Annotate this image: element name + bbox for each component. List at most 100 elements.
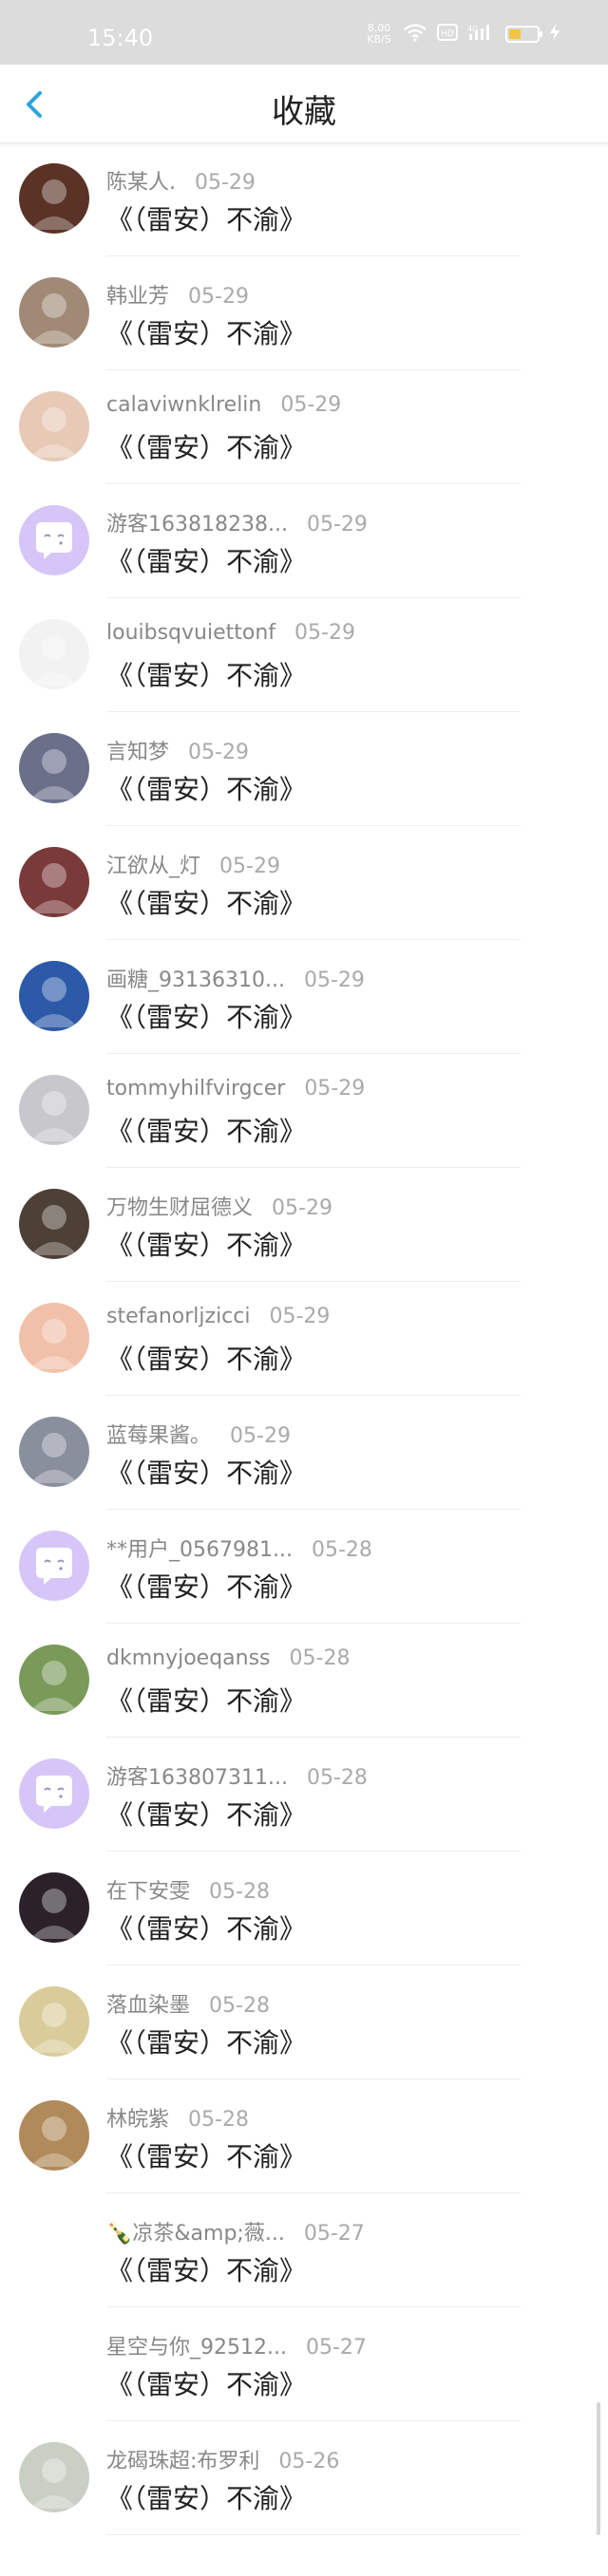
list-item[interactable]: 在下安雯 05-28 《（雷安）不渝》 [0, 1852, 608, 1965]
list-item[interactable]: 游客163807311... 05-28 《（雷安）不渝》 [0, 1738, 608, 1852]
username[interactable]: 游客163818238... [106, 513, 288, 536]
list-item[interactable]: 陈某人. 05-29 《（雷安）不渝》 [0, 142, 608, 256]
favorited-title[interactable]: 《（雷安）不渝》 [106, 883, 306, 921]
favorited-title[interactable]: 《（雷安）不渝》 [106, 1567, 306, 1605]
avatar[interactable] [19, 847, 89, 917]
timestamp: 05-29 [269, 1305, 331, 1328]
list-item[interactable]: 江欲从_灯 05-29 《（雷安）不渝》 [0, 826, 608, 940]
avatar[interactable] [19, 391, 89, 461]
username[interactable]: 星空与你_92512... [106, 2336, 287, 2360]
favorited-title[interactable]: 《（雷安）不渝》 [106, 541, 306, 579]
timestamp: 05-29 [294, 621, 355, 645]
favorited-title[interactable]: 《（雷安）不渝》 [106, 1453, 306, 1491]
hd-icon: HD [437, 24, 458, 45]
battery-icon [505, 26, 542, 43]
username[interactable]: 陈某人. [106, 171, 176, 195]
avatar[interactable] [19, 1075, 89, 1145]
username[interactable]: **用户_0567981... [106, 1538, 293, 1562]
username[interactable]: 落血染墨 [106, 1994, 190, 2018]
avatar[interactable] [19, 2214, 89, 2285]
timestamp: 05-29 [188, 741, 249, 764]
list-item[interactable]: calaviwnklrelin 05-29 《（雷安）不渝》 [0, 370, 608, 484]
favorited-title[interactable]: 《（雷安）不渝》 [106, 1339, 306, 1377]
list-item[interactable]: tommyhilfvirgcer 05-29 《（雷安）不渝》 [0, 1054, 608, 1168]
username[interactable]: 在下安雯 [106, 1880, 190, 1904]
avatar[interactable] [19, 733, 89, 803]
username[interactable]: 万物生财屈德义 [106, 1196, 253, 1220]
username[interactable]: 言知梦 [106, 741, 169, 764]
favorited-title[interactable]: 《（雷安）不渝》 [106, 1111, 306, 1149]
list-item[interactable]: 星空与你_92512... 05-27 《（雷安）不渝》 [0, 2307, 608, 2421]
timestamp: 05-29 [280, 393, 342, 417]
avatar[interactable] [19, 1986, 89, 2057]
list-item[interactable]: 落血染墨 05-28 《（雷安）不渝》 [0, 1965, 608, 2079]
username[interactable]: tommyhilfvirgcer [106, 1077, 285, 1100]
timestamp: 05-29 [195, 171, 256, 195]
favorited-title[interactable]: 《（雷安）不渝》 [106, 2136, 306, 2174]
username[interactable]: 蓝莓果酱。 [106, 1424, 211, 1448]
item-meta: louibsqvuiettonf 05-29 [106, 621, 355, 645]
favorited-title[interactable]: 《（雷安）不渝》 [106, 199, 306, 237]
list-item[interactable]: 龙碣珠超:布罗利 05-26 《（雷安）不渝》 [0, 2421, 608, 2535]
list-item[interactable]: 言知梦 05-29 《（雷安）不渝》 [0, 712, 608, 826]
avatar[interactable] [19, 2100, 89, 2171]
avatar[interactable] [19, 277, 89, 348]
username[interactable]: dkmnyjoeqanss [106, 1646, 271, 1670]
list-item[interactable]: 游客163818238... 05-29 《（雷安）不渝》 [0, 484, 608, 598]
list-item[interactable]: 画糖_93136310... 05-29 《（雷安）不渝》 [0, 940, 608, 1054]
list-item[interactable]: 韩业芳 05-29 《（雷安）不渝》 [0, 256, 608, 370]
favorited-title[interactable]: 《（雷安）不渝》 [106, 2022, 306, 2060]
favorited-title[interactable]: 《（雷安）不渝》 [106, 427, 306, 465]
avatar[interactable] [19, 619, 89, 689]
timestamp: 05-28 [289, 1646, 351, 1670]
username[interactable]: calaviwnklrelin [106, 393, 261, 417]
username[interactable]: 画糖_93136310... [106, 968, 285, 992]
list-item[interactable]: 蓝莓果酱。 05-29 《（雷安）不渝》 [0, 1396, 608, 1510]
avatar[interactable] [19, 2442, 89, 2512]
timestamp: 05-28 [311, 1538, 372, 1562]
username[interactable]: stefanorljzicci [106, 1305, 251, 1328]
item-meta: 江欲从_灯 05-29 [106, 849, 280, 879]
username[interactable]: louibsqvuiettonf [106, 621, 276, 645]
scrollbar-thumb[interactable] [597, 2402, 600, 2535]
avatar[interactable] [19, 1417, 89, 1487]
username[interactable]: 韩业芳 [106, 285, 169, 309]
avatar[interactable] [19, 1872, 89, 1943]
avatar[interactable] [19, 1303, 89, 1373]
avatar[interactable] [19, 1189, 89, 1259]
list-item[interactable]: 林皖紫 05-28 《（雷安）不渝》 [0, 2079, 608, 2193]
list-item[interactable]: louibsqvuiettonf 05-29 《（雷安）不渝》 [0, 598, 608, 712]
favorited-title[interactable]: 《（雷安）不渝》 [106, 313, 306, 351]
list-item[interactable]: dkmnyjoeqanss 05-28 《（雷安）不渝》 [0, 1624, 608, 1738]
item-meta: dkmnyjoeqanss 05-28 [106, 1646, 350, 1670]
username[interactable]: 龙碣珠超:布罗利 [106, 2450, 259, 2473]
favorited-title[interactable]: 《（雷安）不渝》 [106, 1225, 306, 1263]
favorited-title[interactable]: 《（雷安）不渝》 [106, 1681, 306, 1719]
list-item[interactable]: stefanorljzicci 05-29 《（雷安）不渝》 [0, 1282, 608, 1396]
item-meta: **用户_0567981... 05-28 [106, 1532, 372, 1563]
username[interactable]: 游客163807311... [106, 1766, 288, 1790]
default-chat-avatar-icon[interactable] [19, 505, 89, 575]
username[interactable]: 🍾凉茶&amp;薇... [106, 2222, 285, 2246]
list-item[interactable]: 万物生财屈德义 05-29 《（雷安）不渝》 [0, 1168, 608, 1282]
list-item[interactable]: 🍾凉茶&amp;薇... 05-27 《（雷安）不渝》 [0, 2193, 608, 2307]
list-item[interactable]: **用户_0567981... 05-28 《（雷安）不渝》 [0, 1510, 608, 1624]
avatar[interactable] [19, 961, 89, 1031]
avatar[interactable] [19, 1645, 89, 1715]
timestamp: 05-29 [272, 1196, 332, 1220]
default-chat-avatar-icon[interactable] [19, 1758, 89, 1829]
favorited-title[interactable]: 《（雷安）不渝》 [106, 997, 306, 1035]
favorited-title[interactable]: 《（雷安）不渝》 [106, 1908, 306, 1946]
avatar[interactable] [19, 2328, 89, 2398]
username[interactable]: 林皖紫 [106, 2108, 169, 2132]
favorited-title[interactable]: 《（雷安）不渝》 [106, 2364, 306, 2402]
username[interactable]: 江欲从_灯 [106, 855, 200, 878]
signal-icon: 4G [467, 23, 496, 46]
favorited-title[interactable]: 《（雷安）不渝》 [106, 769, 306, 807]
favorited-title[interactable]: 《（雷安）不渝》 [106, 1795, 306, 1833]
default-chat-avatar-icon[interactable] [19, 1531, 89, 1601]
favorited-title[interactable]: 《（雷安）不渝》 [106, 655, 306, 693]
avatar[interactable] [19, 163, 89, 234]
favorited-title[interactable]: 《（雷安）不渝》 [106, 2478, 306, 2516]
favorited-title[interactable]: 《（雷安）不渝》 [106, 2250, 306, 2288]
